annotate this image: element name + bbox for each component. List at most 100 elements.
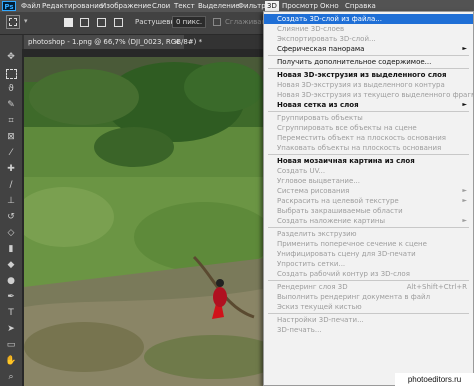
eyedropper-tool-icon[interactable]: ⁄ (4, 147, 18, 159)
menu-separator (268, 68, 469, 69)
chevron-down-icon[interactable]: ▾ (24, 17, 28, 25)
menu-item-label: Сферическая панорама (277, 45, 365, 53)
menu-layers[interactable]: Слои (152, 1, 170, 11)
menu-item-label: Экспортировать 3D-слой... (277, 35, 376, 43)
menu-item-label: Создать UV... (277, 167, 326, 175)
menu-3d-dropdown: Создать 3D-слой из файла... Слияние 3D-сл… (263, 11, 474, 386)
menu-item[interactable]: Выполнить рендеринг документа в файл (264, 292, 473, 302)
menu-help[interactable]: Справка (345, 1, 376, 11)
menu-item[interactable]: Экспортировать 3D-слой... (264, 34, 473, 44)
menu-item[interactable]: Система рисования ► (264, 186, 473, 196)
menu-item[interactable]: Создать UV... (264, 166, 473, 176)
add-selection-icon[interactable] (80, 18, 89, 27)
menu-separator (268, 313, 469, 314)
menu-type[interactable]: Текст (174, 1, 195, 11)
brush-tool-icon[interactable]: ∕ (4, 179, 18, 191)
feather-input[interactable]: 0 пикс. (172, 16, 206, 28)
menu-item[interactable]: Эскиз текущей кистью (264, 302, 473, 312)
blur-tool-icon[interactable]: ◆ (4, 259, 18, 271)
rectangle-tool-icon[interactable]: ▭ (4, 339, 18, 351)
marquee-tool-preset-icon[interactable] (6, 15, 20, 29)
document-canvas[interactable] (24, 57, 274, 386)
menu-item[interactable]: Унифицировать сцену для 3D-печати (264, 249, 473, 259)
menu-item[interactable]: Упростить сетки... (264, 259, 473, 269)
menu-item[interactable]: Новая сетка из слоя ► (264, 100, 473, 110)
menu-item-label: Новая 3D-экструзия из текущего выделенно… (277, 91, 474, 99)
menu-item-label: Слияние 3D-слоев (277, 25, 345, 33)
menu-item[interactable]: Упаковать объекты на плоскость основания (264, 143, 473, 153)
menu-item-label: Разделить экструзию (277, 230, 357, 238)
quick-select-tool-icon[interactable]: ✎ (4, 99, 18, 111)
menu-item[interactable]: Создать наложение картины ► (264, 216, 473, 226)
menu-filter[interactable]: Фильтр (238, 1, 266, 11)
menu-item-label: Группировать объекты (277, 114, 363, 122)
hand-tool-icon[interactable]: ✋ (4, 355, 18, 367)
marquee-tool-icon[interactable] (4, 67, 18, 79)
menu-item-shortcut: Alt+Shift+Ctrl+R (406, 283, 467, 291)
menu-item-label: Новая 3D-экструзия из выделенного контур… (277, 81, 445, 89)
menu-image[interactable]: Изображение (101, 1, 151, 11)
menu-item[interactable]: Новая 3D-экструзия из выделенного слоя (264, 70, 473, 80)
menu-item[interactable]: Сферическая панорама ► (264, 44, 473, 54)
type-tool-icon[interactable]: T (4, 307, 18, 319)
menu-item[interactable]: Создать 3D-слой из файла... (264, 14, 473, 24)
menu-item-label: Выполнить рендеринг документа в файл (277, 293, 431, 301)
menu-item[interactable]: Новая мозаичная картина из слоя (264, 156, 473, 166)
menu-item[interactable]: Угловое выцветание... (264, 176, 473, 186)
menu-item-label: Упаковать объекты на плоскость основания (277, 144, 442, 152)
pen-tool-icon[interactable]: ✒ (4, 291, 18, 303)
menu-item[interactable]: Создать рабочий контур из 3D-слоя (264, 269, 473, 279)
document-tab[interactable]: photoshop - 1.png @ 66,7% (DJI_0023, RGB… (24, 35, 202, 49)
menu-item-label: Новая мозаичная картина из слоя (277, 157, 415, 165)
move-tool-icon[interactable]: ✥ (4, 51, 18, 63)
menu-item[interactable]: Раскрасить на целевой текстуре ► (264, 196, 473, 206)
menu-item[interactable]: Группировать объекты (264, 113, 473, 123)
menu-window[interactable]: Окно (320, 1, 339, 11)
menu-item[interactable]: Рендеринг слоя 3D Alt+Shift+Ctrl+R (264, 282, 473, 292)
menu-item-label: Угловое выцветание... (277, 177, 360, 185)
watermark: photoeditors.ru (395, 373, 474, 386)
menu-item-label: Система рисования (277, 187, 350, 195)
menu-item-label: Эскиз текущей кистью (277, 303, 362, 311)
path-select-tool-icon[interactable]: ➤ (4, 323, 18, 335)
menu-item-label: Настройки 3D-печати... (277, 316, 364, 324)
lasso-tool-icon[interactable]: ϑ (4, 83, 18, 95)
menu-item[interactable]: Новая 3D-экструзия из выделенного контур… (264, 80, 473, 90)
menu-item[interactable]: 3D-печать... (264, 325, 473, 335)
history-brush-tool-icon[interactable]: ↺ (4, 211, 18, 223)
menu-view[interactable]: Просмотр (282, 1, 318, 11)
gradient-tool-icon[interactable]: ▮ (4, 243, 18, 255)
frame-tool-icon[interactable]: ⊠ (4, 131, 18, 143)
menu-item[interactable]: Переместить объект на плоскость основани… (264, 133, 473, 143)
menu-separator (268, 280, 469, 281)
menu-item[interactable]: Слияние 3D-слоев (264, 24, 473, 34)
healing-brush-tool-icon[interactable]: ✚ (4, 163, 18, 175)
antialias-checkbox[interactable] (213, 18, 221, 26)
menu-3d[interactable]: 3D (265, 1, 279, 11)
menu-select[interactable]: Выделение (198, 1, 240, 11)
menu-item[interactable]: Применить поперечное сечение к сцене (264, 239, 473, 249)
menu-item[interactable]: Сгруппировать все объекты на сцене (264, 123, 473, 133)
menu-item-label: 3D-печать... (277, 326, 322, 334)
new-selection-icon[interactable] (64, 18, 73, 27)
menu-item-label: Раскрасить на целевой текстуре (277, 197, 399, 205)
subtract-selection-icon[interactable] (97, 18, 106, 27)
zoom-tool-icon[interactable]: ⌕ (4, 371, 18, 383)
clone-stamp-tool-icon[interactable]: ⊥ (4, 195, 18, 207)
menu-item[interactable]: Получить дополнительное содержимое... (264, 57, 473, 67)
menu-item[interactable]: Новая 3D-экструзия из текущего выделенно… (264, 90, 474, 100)
close-tab-icon[interactable]: × (174, 35, 180, 49)
submenu-arrow-icon: ► (462, 187, 467, 194)
intersect-selection-icon[interactable] (114, 18, 123, 27)
crop-tool-icon[interactable]: ⌗ (4, 115, 18, 127)
eraser-tool-icon[interactable]: ◇ (4, 227, 18, 239)
menu-separator (268, 154, 469, 155)
menu-item[interactable]: Выбрать закрашиваемые области (264, 206, 473, 216)
menu-item[interactable]: Настройки 3D-печати... (264, 315, 473, 325)
menu-item[interactable]: Разделить экструзию (264, 229, 473, 239)
dodge-tool-icon[interactable]: ● (4, 275, 18, 287)
menu-file[interactable]: Файл (21, 1, 40, 11)
photoshop-logo: Ps (2, 1, 16, 11)
menu-edit[interactable]: Редактирование (42, 1, 103, 11)
aerial-photo (24, 57, 274, 386)
